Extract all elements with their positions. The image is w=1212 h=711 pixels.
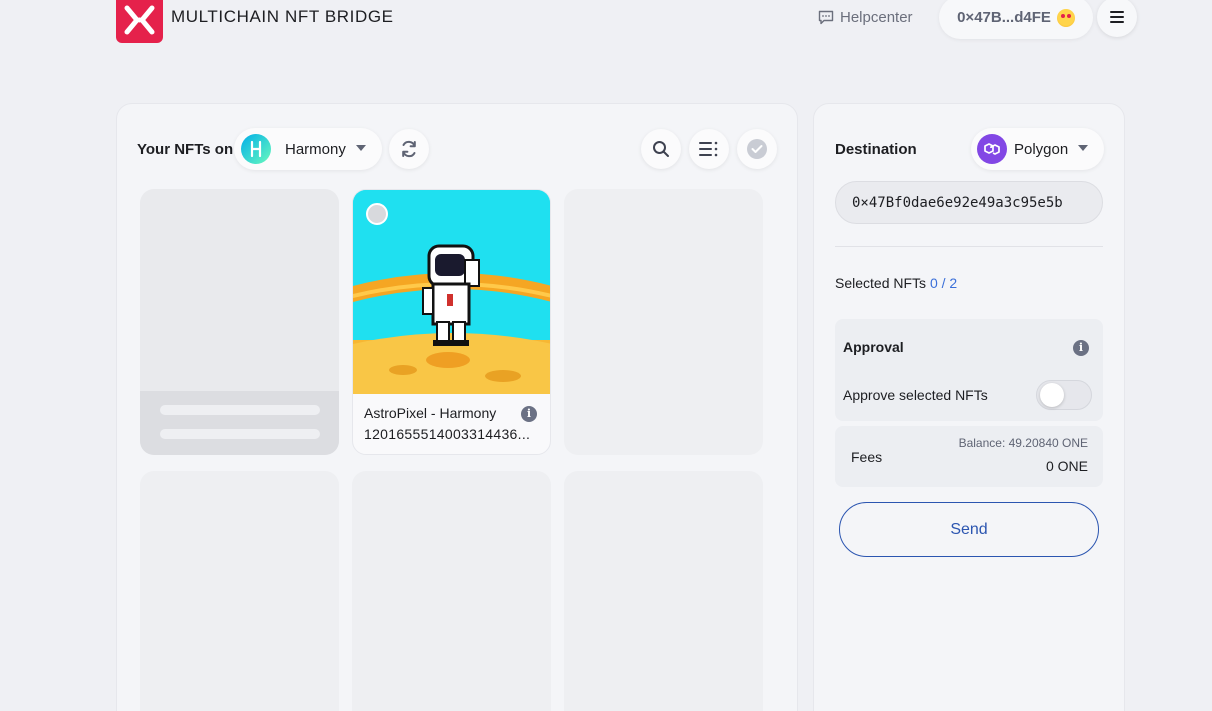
divider: [835, 246, 1103, 247]
destination-chain-name: Polygon: [1014, 140, 1069, 158]
balance-value: Balance: 49.20840 ONE: [958, 436, 1088, 450]
nft-token-id: 1201655514003314436...: [364, 426, 531, 442]
search-button[interactable]: [641, 129, 681, 169]
nft-panel: Your NFTs on Harmony AstroPixel - Harmon…: [116, 103, 798, 711]
nft-image: [353, 190, 550, 394]
helpcenter-label: Helpcenter: [840, 9, 913, 26]
source-chain-name: Harmony: [285, 140, 346, 158]
destination-address-input[interactable]: [835, 181, 1103, 224]
selected-nfts-label: Selected NFTs: [835, 275, 927, 291]
approve-toggle[interactable]: [1036, 380, 1092, 410]
info-icon[interactable]: i: [521, 406, 537, 422]
refresh-icon: [402, 140, 416, 158]
xp-logo-icon: [124, 5, 155, 35]
selected-nfts-count: 0 / 2: [929, 275, 958, 291]
chevron-down-icon: [356, 145, 366, 151]
chat-icon: [818, 10, 834, 25]
source-chain-select[interactable]: Harmony: [234, 128, 382, 170]
fees-label: Fees: [851, 449, 883, 465]
destination-label: Destination: [835, 141, 917, 158]
fees-section: Fees Balance: 49.20840 ONE 0 ONE: [835, 426, 1103, 487]
nft-card-placeholder: [564, 471, 763, 711]
chevron-down-icon: [1078, 145, 1088, 151]
destination-chain-select[interactable]: Polygon: [971, 128, 1104, 170]
harmony-logo-icon: [241, 134, 271, 164]
menu-button[interactable]: [1097, 0, 1137, 37]
nft-card-placeholder: [352, 471, 551, 711]
nft-card[interactable]: AstroPixel - Harmony i 12016555140033144…: [352, 189, 551, 455]
list-view-button[interactable]: [689, 129, 729, 169]
send-button[interactable]: Send: [839, 502, 1099, 557]
nft-card-placeholder: [140, 471, 339, 711]
info-icon[interactable]: i: [1073, 340, 1089, 356]
select-all-button[interactable]: [737, 129, 777, 169]
nft-name: AstroPixel - Harmony: [364, 405, 497, 421]
nft-card-placeholder: [564, 189, 763, 455]
refresh-button[interactable]: [389, 129, 429, 169]
nft-select-checkbox[interactable]: [366, 203, 388, 225]
polygon-logo-icon: [977, 134, 1007, 164]
approval-title: Approval: [843, 339, 904, 355]
approve-label: Approve selected NFTs: [843, 387, 988, 403]
helpcenter-link[interactable]: Helpcenter: [818, 9, 913, 26]
hamburger-icon: [1110, 11, 1124, 23]
app-logo[interactable]: [116, 0, 163, 43]
approval-section: Approval i Approve selected NFTs: [835, 319, 1103, 421]
wallet-button[interactable]: 0×47B...d4FE: [939, 0, 1093, 39]
wallet-address: 0×47B...d4FE: [957, 9, 1051, 26]
emoji-avatar-icon: [1056, 8, 1075, 27]
selected-nfts: Selected NFTs 0 / 2: [835, 275, 957, 291]
check-circle-icon: [747, 139, 767, 159]
nft-card-placeholder: [140, 189, 339, 455]
nft-panel-title: Your NFTs on: [137, 141, 234, 158]
brand-title: MULTICHAIN NFT BRIDGE: [171, 7, 394, 26]
fee-value: 0 ONE: [1045, 458, 1088, 474]
search-icon: [653, 141, 669, 157]
list-view-icon: [699, 141, 718, 157]
transfer-panel: Destination Polygon Selected NFTs 0 / 2 …: [813, 103, 1125, 711]
toggle-knob: [1040, 383, 1064, 407]
